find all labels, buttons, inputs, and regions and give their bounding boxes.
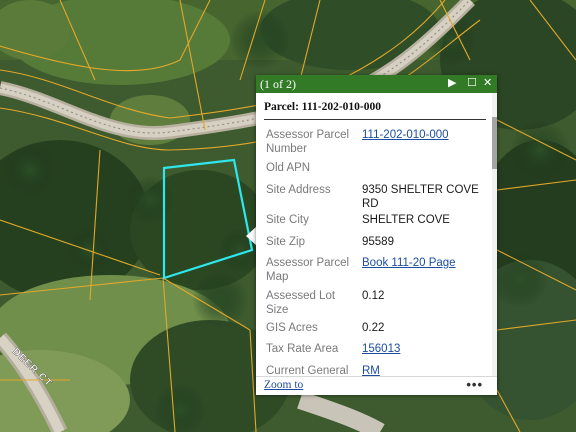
attribute-value: SHELTER COVE	[362, 214, 450, 226]
attribute-value-link[interactable]: Book 111-20 Page	[362, 256, 486, 270]
attribute-label: Old APN	[266, 162, 311, 174]
parcel-popup: (1 of 2) ▶ ☐ ✕ Parcel: 111-202-010-000 A…	[256, 75, 497, 395]
zoom-to-link[interactable]: Zoom to	[264, 379, 303, 391]
close-icon[interactable]: ✕	[483, 76, 492, 89]
attribute-value-link[interactable]: RM	[362, 364, 486, 376]
attribute-value: 95589	[362, 236, 394, 248]
scrollbar-thumb[interactable]	[492, 117, 497, 169]
attribute-value-link[interactable]: 156013	[362, 342, 486, 356]
popup-footer: Zoom to •••	[256, 376, 497, 395]
popup-heading: Parcel: 111-202-010-000	[264, 101, 486, 120]
popup-feature-count: (1 of 2)	[260, 77, 296, 91]
attribute-label: Assessor Parcel Map	[266, 257, 350, 283]
attribute-label: Tax Rate Area	[266, 343, 339, 355]
attribute-value: 9350 SHELTER COVE RD	[362, 184, 479, 210]
attribute-label: Current General	[266, 365, 349, 376]
attribute-label: Site Zip	[266, 236, 305, 248]
attribute-value-link[interactable]: 111-202-010-000	[362, 128, 486, 142]
attribute-label: Assessor Parcel Number	[266, 129, 350, 155]
attribute-label: Site Address	[266, 184, 331, 196]
next-feature-icon[interactable]: ▶	[448, 76, 456, 89]
attribute-value: 0.12	[362, 290, 385, 302]
attribute-value: 0.22	[362, 322, 385, 334]
maximize-icon[interactable]: ☐	[467, 76, 477, 89]
more-actions-icon[interactable]: •••	[466, 377, 483, 392]
popup-titlebar: (1 of 2) ▶ ☐ ✕	[256, 75, 497, 93]
attribute-label: Site City	[266, 214, 309, 226]
popup-content: Parcel: 111-202-010-000 Assessor Parcel …	[256, 93, 492, 376]
attribute-label: Assessed Lot Size	[266, 290, 336, 316]
attribute-label: GIS Acres	[266, 322, 318, 334]
popup-scrollbar[interactable]	[492, 93, 497, 376]
